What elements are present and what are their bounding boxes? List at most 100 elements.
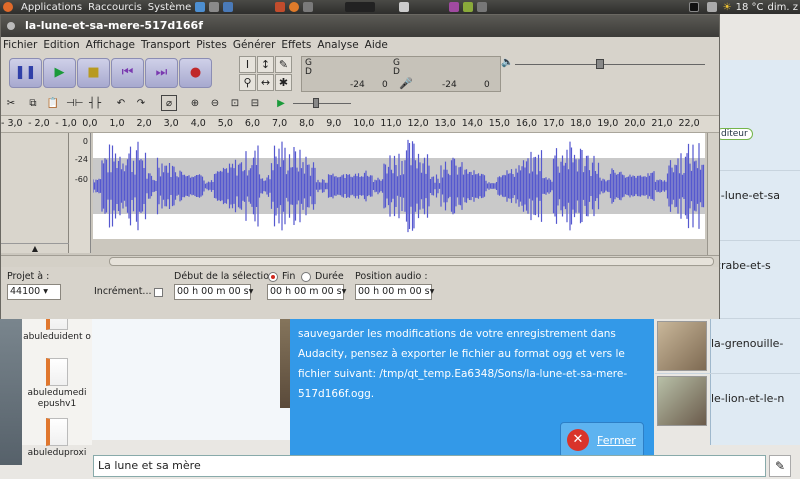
ruler-tick-label: 19,0 <box>597 118 619 129</box>
ruler-tick-label: - 1,0 <box>55 118 77 129</box>
file-panel: abuleduident o abuledumedi epushv1 abule… <box>22 300 92 458</box>
audio-position-field[interactable]: 00 h 00 m 00 s▾ <box>355 284 434 300</box>
skip-end-icon: ⏭ <box>155 65 168 80</box>
collapse-track-icon[interactable]: ▲ <box>1 243 69 253</box>
menu-generer[interactable]: Générer <box>233 37 276 53</box>
silence-icon[interactable]: ┤├ <box>87 95 103 111</box>
sync-lock-icon[interactable]: ⌀ <box>161 95 177 111</box>
launcher-icon[interactable] <box>303 2 314 12</box>
menu-transport[interactable]: Transport <box>141 37 190 53</box>
panel-date[interactable]: dim. z <box>768 2 798 13</box>
story-item[interactable]: la-grenouille- <box>655 318 800 373</box>
playback-volume-thumb[interactable] <box>596 59 604 69</box>
weather-icon[interactable]: ☀ <box>723 2 732 13</box>
menu-bar: Fichier Edition Affichage Transport Pist… <box>1 37 719 53</box>
ubuntu-logo-icon[interactable] <box>3 2 13 12</box>
cut-icon[interactable]: ✂ <box>3 95 19 111</box>
vertical-scrollbar[interactable] <box>707 133 719 255</box>
zoom-out-icon[interactable]: ⊖ <box>207 95 223 111</box>
meter-toolbar: G D G D -24 0 🎤 -24 0 <box>301 56 501 92</box>
menu-affichage[interactable]: Affichage <box>86 37 135 53</box>
menu-fichier[interactable]: Fichier <box>3 37 37 53</box>
message-text: sauvegarder les modifications de votre e… <box>298 328 628 400</box>
menu-applications[interactable]: Applications <box>21 2 82 13</box>
microphone-icon[interactable]: 🎤 <box>399 77 413 90</box>
launcher-icon[interactable] <box>477 2 488 12</box>
fit-project-icon[interactable]: ⊟ <box>247 95 263 111</box>
ruler-tick-label: - 3,0 <box>1 118 23 129</box>
track-control-panel[interactable]: ▲ <box>1 133 69 253</box>
redo-icon[interactable]: ↷ <box>133 95 149 111</box>
menu-analyse[interactable]: Analyse <box>317 37 358 53</box>
play-button[interactable]: ▶ <box>43 58 76 88</box>
window-title-text: la-lune-et-sa-mere-517d166f <box>25 19 203 32</box>
file-item[interactable]: abuledumedi epushv1 <box>22 358 92 410</box>
scroll-thumb[interactable] <box>109 257 714 266</box>
firefox-icon[interactable] <box>289 2 300 12</box>
network-icon[interactable] <box>706 2 717 12</box>
play-at-speed-icon[interactable]: ▶ <box>273 95 289 111</box>
skip-start-button[interactable]: ⏮ <box>111 58 144 88</box>
temperature[interactable]: 18 °C <box>736 2 764 13</box>
launcher-icon[interactable] <box>345 2 376 12</box>
menu-systeme[interactable]: Système <box>148 2 191 13</box>
fermer-button[interactable]: ✕ Fermer <box>560 422 644 458</box>
menu-effets[interactable]: Effets <box>281 37 311 53</box>
selection-tool-icon[interactable]: I <box>239 56 256 73</box>
project-rate-select[interactable]: 44100 ▾ <box>7 284 61 300</box>
fin-radio[interactable] <box>268 272 278 282</box>
zoom-tool-icon[interactable]: ⚲ <box>239 74 256 91</box>
launcher-icon[interactable] <box>399 2 410 12</box>
fit-selection-icon[interactable]: ⊡ <box>227 95 243 111</box>
timeline-ruler[interactable]: - 3,0 - 2,0 - 1,0 0,0 1,0 2,0 3,0 4,0 5,0 6,0 7,0 8… <box>1 115 719 133</box>
play-speed-slider[interactable] <box>293 103 351 104</box>
draw-tool-icon[interactable]: ✎ <box>275 56 292 73</box>
menu-edition[interactable]: Edition <box>43 37 79 53</box>
file-name: abuledumedi epushv1 <box>27 388 87 409</box>
selection-start-field[interactable]: 00 h 00 m 00 s▾ <box>174 284 253 300</box>
copy-icon[interactable]: ⧉ <box>25 95 41 111</box>
launcher-icon[interactable] <box>209 2 220 12</box>
editeur-badge[interactable]: diteur <box>716 128 753 140</box>
file-name: abuleduproxi <box>27 448 87 458</box>
menu-raccourcis[interactable]: Raccourcis <box>88 2 142 13</box>
skip-end-button[interactable]: ⏭ <box>145 58 178 88</box>
launcher-icon[interactable] <box>223 2 234 12</box>
selection-end-field[interactable]: 00 h 00 m 00 s▾ <box>267 284 346 300</box>
record-button[interactable]: ● <box>179 58 212 88</box>
increment-checkbox[interactable] <box>154 288 163 297</box>
menu-aide[interactable]: Aide <box>365 37 388 53</box>
launcher-icon[interactable] <box>449 2 460 12</box>
horizontal-scrollbar[interactable] <box>1 255 719 267</box>
timeshift-tool-icon[interactable]: ↔ <box>257 74 274 91</box>
close-icon: ✕ <box>567 429 589 451</box>
play-speed-thumb[interactable] <box>313 98 319 108</box>
duree-radio[interactable] <box>301 272 311 282</box>
story-title-input[interactable]: La lune et sa mère <box>93 455 766 477</box>
window-menu-icon[interactable] <box>7 22 15 30</box>
meter-scale: -24 <box>350 80 365 90</box>
zoom-in-icon[interactable]: ⊕ <box>187 95 203 111</box>
undo-icon[interactable]: ↶ <box>113 95 129 111</box>
waveform[interactable] <box>93 133 705 239</box>
terminal-icon[interactable] <box>688 2 699 12</box>
time-value: 00 h 00 m 00 s <box>358 286 430 297</box>
file-item[interactable]: abuleduproxi <box>22 418 92 459</box>
fin-label: Fin <box>282 271 296 282</box>
stop-button[interactable]: ■ <box>77 58 110 88</box>
menu-pistes[interactable]: Pistes <box>196 37 227 53</box>
pause-button[interactable]: ❚❚ <box>9 58 42 88</box>
story-item[interactable]: le-lion-et-le-n <box>655 373 800 428</box>
launcher-icon[interactable] <box>275 2 286 12</box>
ruler-tick-label: 12,0 <box>407 118 429 129</box>
trim-icon[interactable]: ⊣⊢ <box>65 95 83 111</box>
launcher-icon[interactable] <box>463 2 474 12</box>
envelope-tool-icon[interactable]: ↕ <box>257 56 274 73</box>
playback-volume-slider[interactable] <box>515 64 705 65</box>
paste-icon[interactable]: 📋 <box>45 95 61 111</box>
edit-pencil-icon[interactable]: ✎ <box>769 455 791 477</box>
launcher-icon[interactable] <box>195 2 206 12</box>
multi-tool-icon[interactable]: ✱ <box>275 74 292 91</box>
ruler-tick-label: 8,0 <box>299 118 315 129</box>
ruler-tick-label: 10,0 <box>353 118 375 129</box>
